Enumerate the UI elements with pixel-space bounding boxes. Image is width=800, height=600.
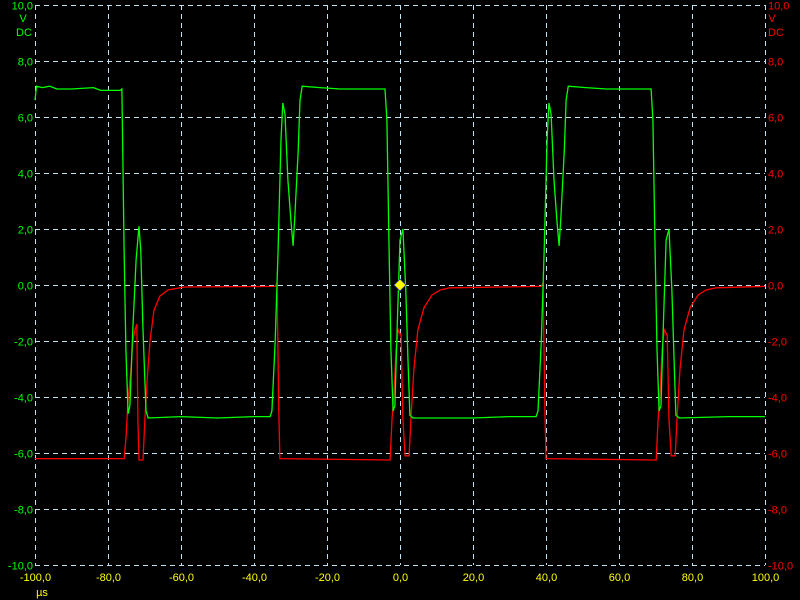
right-unit-label: V (768, 13, 776, 25)
x-tick-label: 80,0 (682, 572, 703, 584)
right-coupling-label: DC (768, 27, 784, 39)
left-y-tick-label: 2,0 (18, 225, 33, 237)
right-y-tick-label: -4,0 (768, 393, 787, 405)
left-y-tick-label: -4,0 (14, 393, 33, 405)
left-y-tick-label: -10,0 (8, 561, 33, 573)
left-y-tick-label: -2,0 (14, 337, 33, 349)
x-tick-label: -40,0 (242, 572, 267, 584)
left-y-tick-label: 4,0 (18, 169, 33, 181)
right-y-tick-label: -6,0 (768, 449, 787, 461)
x-tick-label: -80,0 (96, 572, 121, 584)
right-y-tick-label: 4,0 (768, 169, 783, 181)
x-tick-label: 60,0 (609, 572, 630, 584)
x-tick-label: -60,0 (169, 572, 194, 584)
x-tick-label: 0,0 (393, 572, 408, 584)
x-axis-unit-label: µs (36, 587, 48, 599)
right-y-tick-label: 6,0 (768, 113, 783, 125)
x-tick-label: -20,0 (315, 572, 340, 584)
right-y-tick-label: -2,0 (768, 337, 787, 349)
x-tick-label: 100,0 (752, 572, 780, 584)
right-y-tick-label: -8,0 (768, 505, 787, 517)
trigger-marker-icon[interactable] (393, 278, 407, 292)
x-tick-label: 40,0 (536, 572, 557, 584)
right-y-tick-label: 0,0 (768, 281, 783, 293)
left-y-tick-label: -8,0 (14, 505, 33, 517)
x-tick-label: -100,0 (20, 572, 51, 584)
x-tick-label: 20,0 (463, 572, 484, 584)
right-y-tick-label: 2,0 (768, 225, 783, 237)
right-y-tick-label: 10,0 (768, 1, 789, 13)
left-y-tick-label: 10,0 (12, 1, 33, 13)
right-y-tick-label: 8,0 (768, 57, 783, 69)
left-coupling-label: DC (16, 27, 32, 39)
right-y-tick-label: -10,0 (768, 561, 793, 573)
left-y-tick-label: -6,0 (14, 449, 33, 461)
left-y-tick-label: 0,0 (18, 281, 33, 293)
left-unit-label: V (19, 13, 27, 25)
left-y-tick-label: 8,0 (18, 57, 33, 69)
oscilloscope-chart: V DC V DC µs -100,0 -80,0 -60,0 -40,0 -20,0 0… (8, 1, 793, 600)
left-y-tick-label: 6,0 (18, 113, 33, 125)
